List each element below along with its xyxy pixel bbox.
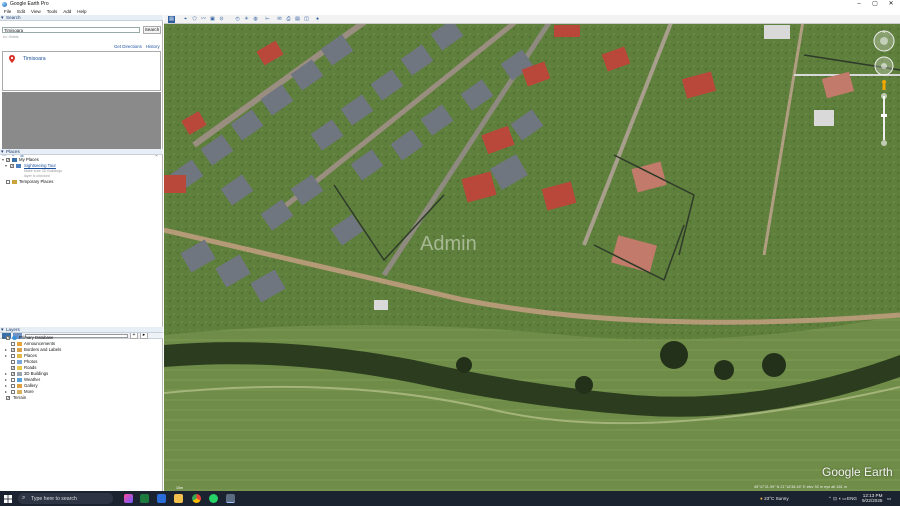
menu-view[interactable]: View	[31, 9, 41, 14]
more-icon	[17, 390, 22, 394]
sidebar-toggle-icon[interactable]: ▤	[168, 16, 175, 23]
menu-edit[interactable]: Edit	[17, 9, 25, 14]
search-hint: ex: Hotels	[3, 35, 19, 39]
borders-icon	[17, 348, 22, 352]
taskbar-search-placeholder: Type here to search	[31, 496, 77, 502]
globe-icon	[12, 336, 17, 340]
record-tour-icon[interactable]: ⊙	[218, 16, 225, 23]
satellite-imagery[interactable]	[164, 15, 900, 491]
menu-tools[interactable]: Tools	[47, 9, 58, 14]
sunlight-icon[interactable]: ☀	[243, 16, 250, 23]
system-tray-icons[interactable]: ⌃ ⊡ ◖ ▭	[828, 496, 847, 502]
planets-icon[interactable]: ◍	[252, 16, 259, 23]
placemark-icon[interactable]: ⌖	[182, 16, 189, 23]
search-icon: ⌕	[22, 495, 26, 501]
windows-taskbar: ⌕ Type here to search ● 23°C Sunny ⌃ ⊡ ◖…	[0, 491, 900, 506]
compass-look-icon[interactable]: N	[873, 29, 895, 52]
search-results: Timisoara	[2, 51, 161, 91]
menu-file[interactable]: File	[4, 9, 11, 14]
weather-icon	[17, 378, 22, 382]
google-earth-taskbar-icon[interactable]	[226, 494, 235, 503]
polygon-icon[interactable]: ⬠	[191, 16, 198, 23]
historical-imagery-icon[interactable]: ◴	[234, 16, 241, 23]
earth-icon[interactable]: ●	[314, 16, 321, 23]
folder-icon	[12, 180, 17, 184]
red-pin-icon	[9, 55, 15, 63]
sidebar: Search Search ex: Hotels Get Directions …	[0, 15, 163, 491]
path-icon[interactable]: 〰	[200, 16, 207, 23]
close-button[interactable]: ✕	[884, 0, 898, 8]
map-toolbar: ▤ ⌖ ⬠ 〰 ▣ ⊙ ◴ ☀ ◍ ⊢ ✉ ⎙ ▤ ◫ ●	[164, 15, 900, 24]
copilot-icon[interactable]	[124, 494, 133, 503]
layers-panel-header[interactable]: Layers	[0, 327, 163, 333]
folder-icon	[12, 158, 17, 162]
street-view-pegman-icon[interactable]	[882, 80, 886, 90]
layer-terrain[interactable]: ✓ Terrain	[0, 395, 163, 401]
photos-icon	[17, 360, 22, 364]
search-results-empty-area	[2, 92, 161, 150]
menu-help[interactable]: Help	[77, 9, 86, 14]
view-in-maps-icon[interactable]: ◫	[303, 16, 310, 23]
places-icon	[17, 354, 22, 358]
overlay-icon[interactable]: ▣	[209, 16, 216, 23]
search-input[interactable]	[2, 27, 140, 33]
word-icon[interactable]	[157, 494, 166, 503]
admin-watermark: Admin	[420, 233, 477, 255]
move-joystick-icon[interactable]	[874, 56, 894, 76]
file-explorer-icon[interactable]	[174, 494, 183, 503]
search-button[interactable]: Search	[143, 26, 161, 34]
search-panel-header[interactable]: Search	[0, 15, 163, 21]
print-icon[interactable]: ⎙	[285, 16, 292, 23]
language-indicator[interactable]: ENG	[847, 496, 857, 501]
window-title: Google Earth Pro	[10, 1, 49, 7]
windows-start-icon[interactable]	[4, 495, 12, 503]
sun-icon: ●	[760, 496, 763, 501]
google-earth-icon	[2, 1, 7, 7]
menu-add[interactable]: Add	[63, 9, 71, 14]
navigation-controls: N	[871, 29, 897, 150]
places-panel-header[interactable]: Places	[0, 149, 163, 155]
menu-bar: File Edit View Tools Add Help	[0, 8, 900, 15]
save-image-icon[interactable]: ▤	[294, 16, 301, 23]
minimize-button[interactable]: –	[852, 0, 866, 8]
scale-legend: 10m	[176, 486, 183, 490]
maximize-button[interactable]: ▢	[868, 0, 882, 8]
buildings-icon	[17, 372, 22, 376]
search-result-item[interactable]: Timisoara	[23, 56, 46, 62]
notification-icon[interactable]: ▭	[887, 496, 891, 502]
title-bar: Google Earth Pro	[0, 0, 900, 8]
gallery-icon	[17, 384, 22, 388]
announce-icon	[17, 342, 22, 346]
zoom-slider[interactable]	[881, 93, 887, 146]
get-directions-link[interactable]: Get Directions	[114, 44, 142, 49]
google-earth-logo: Google Earth	[822, 465, 893, 479]
map-status-bar: 45°47'21.99" N 21°16'38.18" E elev 92 m …	[754, 485, 847, 489]
svg-text:N: N	[883, 30, 886, 34]
clock[interactable]: 12:13 PM 9/22/2025	[862, 493, 882, 503]
ruler-icon[interactable]: ⊢	[264, 16, 271, 23]
excel-icon[interactable]	[140, 494, 149, 503]
chrome-icon[interactable]	[192, 494, 201, 503]
map-view[interactable]: Admin Google Earth 45°47'21.99" N 21°16'…	[164, 15, 900, 491]
weather-widget[interactable]: ● 23°C Sunny	[760, 496, 789, 501]
history-link[interactable]: History	[146, 44, 160, 49]
whatsapp-icon[interactable]	[209, 494, 218, 503]
email-icon[interactable]: ✉	[276, 16, 283, 23]
places-item-temporary-places[interactable]: Temporary Places	[0, 179, 163, 185]
roads-icon	[17, 366, 22, 370]
